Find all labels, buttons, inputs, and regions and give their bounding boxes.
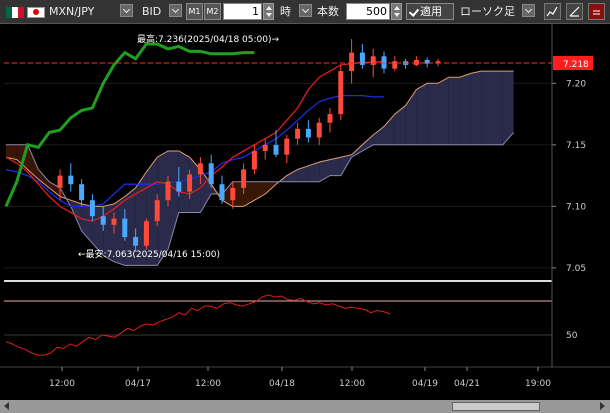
candle-body <box>165 181 171 201</box>
scroll-right-icon[interactable] <box>600 402 605 410</box>
candle-body <box>316 122 322 138</box>
candle-body <box>111 218 117 225</box>
candle-body <box>241 169 247 188</box>
cloud-segment <box>470 71 482 145</box>
chart-area[interactable]: 7.20 7.15 7.10 7.05 7.218 最高:7.236(2025/04/… <box>0 24 610 400</box>
m1-button[interactable]: M1 <box>186 3 203 20</box>
price-type-dropdown-icon[interactable] <box>169 4 182 17</box>
candle-body <box>68 175 74 185</box>
price-type-label: BID <box>142 5 162 18</box>
drawing-tools-icon[interactable] <box>566 3 583 20</box>
price-tick-label: 7.20 <box>566 79 586 89</box>
cloud-segment <box>481 71 492 145</box>
candle-body <box>295 128 301 139</box>
cloud-segment <box>492 71 503 145</box>
candle-body <box>284 138 290 155</box>
interval-spinner[interactable] <box>263 3 274 20</box>
interval-unit-dropdown-icon[interactable] <box>299 4 312 17</box>
toolbar: MXN/JPY BID M1 M2 1 時 本数 500 適用 ローソク足 <box>0 0 610 24</box>
cloud-segment <box>459 73 471 145</box>
indicator-settings-icon[interactable] <box>544 3 561 20</box>
time-tick-label: 12:00 <box>195 379 221 389</box>
m2-button[interactable]: M2 <box>204 3 221 20</box>
candle-body <box>57 175 63 188</box>
candle-body <box>208 163 214 185</box>
candle-body <box>370 56 376 65</box>
cloud-segment <box>448 77 460 145</box>
price-tick-label: 7.10 <box>566 202 586 212</box>
count-spinner[interactable] <box>391 3 402 20</box>
low-annotation: ←最安:7.063(2025/04/16 15:00) <box>78 248 220 260</box>
symbol-label: MXN/JPY <box>49 5 95 18</box>
japan-flag-icon <box>27 7 45 18</box>
mexico-flag-icon <box>6 7 24 18</box>
candle-body <box>349 52 355 72</box>
candle-body <box>251 151 257 170</box>
cloud-segment <box>330 157 341 176</box>
cloud-segment <box>438 77 449 145</box>
count-label: 本数 <box>317 5 339 18</box>
candle-body <box>154 200 160 222</box>
candle-body <box>100 216 106 225</box>
cloud-segment <box>427 83 438 145</box>
time-tick-label: 04/19 <box>412 379 438 389</box>
time-tick-label: 12:00 <box>49 379 75 389</box>
horizontal-scrollbar[interactable] <box>0 400 610 413</box>
interval-input[interactable]: 1 <box>223 3 262 20</box>
count-input[interactable]: 500 <box>346 3 390 20</box>
candle-body <box>133 237 139 246</box>
apply-button[interactable]: 適用 <box>406 3 454 20</box>
candle-body <box>262 144 268 151</box>
price-tick-label: 7.05 <box>566 264 586 274</box>
candle-body <box>219 184 225 201</box>
candle-body <box>413 59 419 65</box>
candle-body <box>381 56 387 69</box>
candle-body <box>197 163 203 175</box>
candle-body <box>79 184 85 201</box>
candle-body <box>273 144 279 155</box>
candle-body <box>338 71 344 115</box>
price-tick-label: 7.15 <box>566 141 586 151</box>
candle-body <box>89 200 95 217</box>
candle-body <box>327 114 333 123</box>
current-price-text: 7.218 <box>563 60 589 70</box>
time-tick-label: 04/17 <box>125 379 151 389</box>
candle-body <box>392 61 398 69</box>
time-tick-label: 19:00 <box>525 379 551 389</box>
cloud-segment <box>416 83 428 145</box>
time-tick-label: 04/21 <box>454 379 480 389</box>
scroll-thumb[interactable] <box>452 402 540 411</box>
rsi-tick-50: 50 <box>566 331 578 341</box>
candle-body <box>305 128 311 138</box>
candle-body <box>230 187 236 201</box>
interval-unit-label: 時 <box>280 5 291 18</box>
scroll-left-icon[interactable] <box>4 402 9 410</box>
candle-body <box>176 181 182 192</box>
symbol-dropdown-icon[interactable] <box>120 4 133 17</box>
time-tick-label: 04/18 <box>269 379 295 389</box>
window-menu-icon[interactable] <box>588 3 605 20</box>
candle-body <box>143 221 149 246</box>
time-tick-label: 12:00 <box>339 379 365 389</box>
candle-body <box>122 218 128 238</box>
chart-type-label: ローソク足 <box>460 5 515 18</box>
candle-body <box>187 174 193 192</box>
high-annotation: 最高:7.236(2025/04/18 05:00)→ <box>137 33 279 45</box>
chart-type-dropdown-icon[interactable] <box>522 4 535 17</box>
